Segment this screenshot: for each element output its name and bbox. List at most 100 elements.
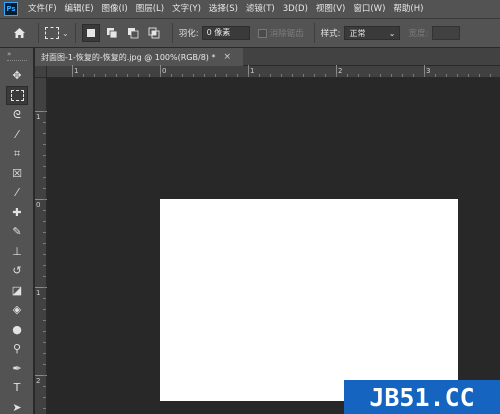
ruler-minor-tick [358,74,359,77]
ruler-minor-tick [43,155,46,156]
rect-marquee-tool[interactable] [6,85,28,105]
collapse-panel-icon[interactable]: » [0,48,33,60]
magic-wand-icon: ⁄ [16,127,18,141]
ruler-minor-tick [259,74,260,77]
style-label: 样式: [320,29,341,39]
lasso-tool[interactable]: ᘓ [6,105,28,125]
menu-type[interactable]: 文字(Y) [168,0,205,18]
ruler-label: 1 [36,289,41,297]
ruler-minor-tick [43,364,46,365]
ruler-minor-tick [248,74,249,77]
ruler-origin[interactable] [35,66,47,78]
ruler-minor-tick [446,74,447,77]
options-divider [171,23,173,43]
tools-panel: » ✥ ᘓ ⁄ ⌗ ☒ ⁄ ✚ ✎ ⊥ ↺ ◪ ◈ ● ⚲ ✒ T ➤ [0,48,34,414]
chevron-down-icon: ⌄ [62,28,69,38]
frame-tool[interactable]: ☒ [6,164,28,184]
tool-list: ✥ ᘓ ⁄ ⌗ ☒ ⁄ ✚ ✎ ⊥ ↺ ◪ ◈ ● ⚲ ✒ T ➤ [0,66,33,414]
home-icon [13,28,25,38]
ruler-minor-tick [171,74,172,77]
menu-image[interactable]: 图像(I) [98,0,132,18]
menu-filter[interactable]: 滤镜(T) [242,0,279,18]
home-button[interactable] [6,20,32,46]
ruler-minor-tick [43,408,46,409]
new-selection-button[interactable] [81,24,100,42]
brush-tool[interactable]: ✎ [6,222,28,242]
ruler-minor-tick [270,74,271,77]
subtract-from-selection-button[interactable] [124,24,142,42]
ruler-minor-tick [138,74,139,77]
pen-icon: ✒ [12,361,22,375]
ruler-minor-tick [43,243,46,244]
crop-tool[interactable]: ⌗ [6,144,28,164]
ruler-minor-tick [424,74,425,77]
ruler-minor-tick [369,74,370,77]
feather-input[interactable]: 0 像素 [201,26,250,40]
ruler-minor-tick [116,74,117,77]
healing-brush-tool[interactable]: ✚ [6,203,28,223]
ruler-minor-tick [43,276,46,277]
pen-tool[interactable]: ✒ [6,359,28,379]
document-canvas[interactable] [160,199,458,401]
ruler-minor-tick [391,74,392,77]
panel-grip[interactable] [7,60,27,62]
menu-help[interactable]: 帮助(H) [389,0,427,18]
menu-window[interactable]: 窗口(W) [349,0,389,18]
ruler-minor-tick [83,74,84,77]
vertical-ruler[interactable]: 1 0 1 2 [35,78,47,414]
paint-bucket-tool[interactable]: ◈ [6,300,28,320]
horizontal-ruler[interactable]: 10123 [47,65,500,78]
type-icon: T [13,381,21,395]
ruler-minor-tick [43,342,46,343]
clone-stamp-tool[interactable]: ⊥ [6,242,28,262]
close-icon[interactable]: × [223,52,231,62]
blur-tool[interactable]: ● [6,320,28,340]
watermark-logo: JB51.CC [369,383,474,412]
menu-view[interactable]: 视图(V) [312,0,349,18]
dodge-tool[interactable]: ⚲ [6,339,28,359]
add-selection-icon [106,28,118,39]
clone-stamp-icon: ⊥ [12,244,22,258]
ruler-minor-tick [43,287,46,288]
style-select[interactable]: 正常 ⌄ [344,26,401,40]
canvas-workspace[interactable] [47,78,500,414]
menu-3d[interactable]: 3D(D) [279,0,312,18]
ruler-minor-tick [380,74,381,77]
ruler-minor-tick [314,74,315,77]
ruler-minor-tick [281,74,282,77]
intersect-selection-button[interactable] [145,24,163,42]
ruler-minor-tick [43,353,46,354]
ruler-minor-tick [457,74,458,77]
ruler-minor-tick [43,254,46,255]
document-tab[interactable]: 封面图-1-恢复的-恢复的.jpg @ 100%(RGB/8) * × [35,48,243,66]
ruler-minor-tick [215,74,216,77]
menu-file[interactable]: 文件(F) [24,0,61,18]
width-input [432,26,461,40]
history-brush-tool[interactable]: ↺ [6,261,28,281]
menu-layer[interactable]: 图层(L) [132,0,168,18]
type-tool[interactable]: T [6,378,28,398]
tool-preset-picker[interactable]: ⌄ [45,27,69,39]
ruler-minor-tick [303,74,304,77]
menu-select[interactable]: 选择(S) [205,0,242,18]
ruler-minor-tick [182,74,183,77]
ruler-label: 1 [36,113,41,121]
magic-wand-tool[interactable]: ⁄ [6,125,28,145]
ruler-minor-tick [43,133,46,134]
ruler-minor-tick [43,177,46,178]
ruler-minor-tick [43,122,46,123]
move-tool[interactable]: ✥ [6,66,28,86]
paint-bucket-icon: ◈ [12,303,22,317]
ruler-minor-tick [226,74,227,77]
ruler-minor-tick [325,74,326,77]
ruler-minor-tick [43,188,46,189]
eyedropper-tool[interactable]: ⁄ [6,183,28,203]
rect-marquee-preset-icon [45,27,59,39]
path-selection-tool[interactable]: ➤ [6,398,28,414]
menu-edit[interactable]: 编辑(E) [61,0,98,18]
ruler-minor-tick [413,74,414,77]
ruler-minor-tick [43,386,46,387]
eraser-tool[interactable]: ◪ [6,281,28,301]
ruler-label: 0 [36,201,41,209]
add-to-selection-button[interactable] [103,24,121,42]
